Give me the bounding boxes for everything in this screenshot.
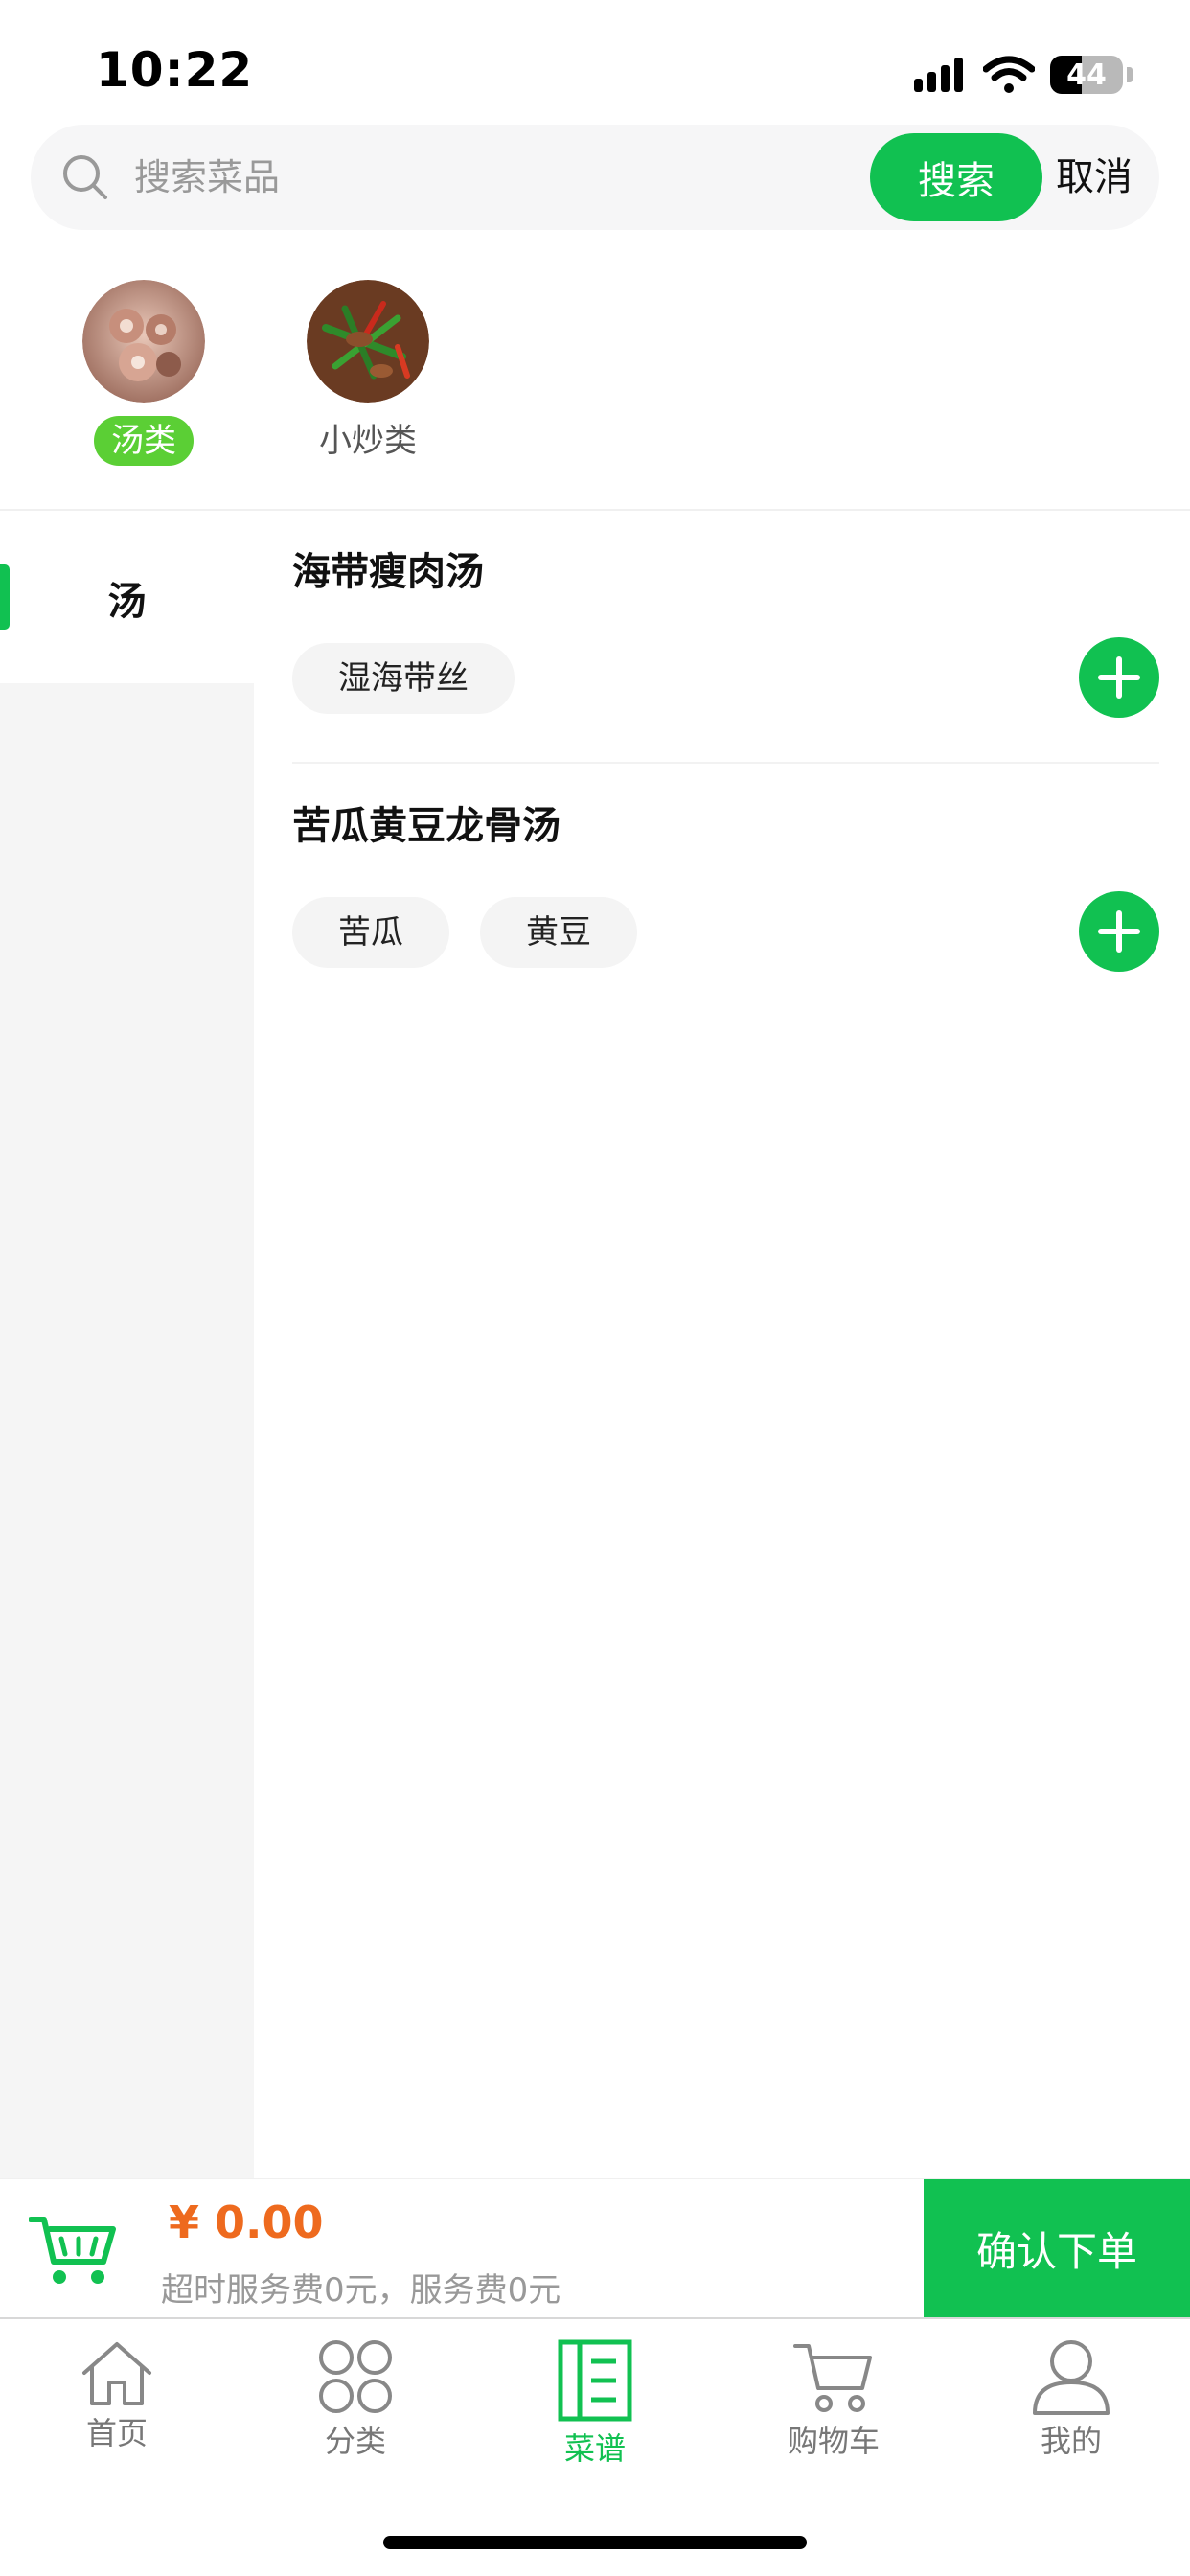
category-stir-fry-label: 小炒类 (319, 422, 417, 460)
search-icon (63, 155, 107, 199)
tab-home[interactable]: 首页 (21, 2338, 213, 2453)
sidebar-item-soup[interactable]: 汤 (0, 511, 254, 683)
total-price: ¥ 0.00 (169, 2196, 324, 2248)
tab-label: 我的 (1040, 2423, 1102, 2459)
tab-label: 分类 (324, 2423, 386, 2459)
tab-category[interactable]: 分类 (260, 2338, 451, 2461)
category-stir-fry-image (307, 280, 429, 402)
ingredient-tag: 黄豆 (480, 897, 637, 968)
category-stir-fry[interactable]: 小炒类 (301, 280, 435, 466)
dish-divider (292, 762, 1159, 764)
dish-item: 苦瓜黄豆龙骨汤 苦瓜 黄豆 (292, 797, 1159, 989)
signal-icon (914, 58, 963, 92)
confirm-order-button[interactable]: 确认下单 (924, 2179, 1190, 2318)
category-icon (319, 2340, 392, 2413)
cart-icon (793, 2344, 872, 2412)
tab-profile[interactable]: 我的 (975, 2338, 1167, 2461)
tab-label: 菜谱 (563, 2430, 626, 2467)
dish-tags: 湿海带丝 (292, 643, 515, 714)
battery-level: 44 (1066, 58, 1107, 92)
dish-tags: 苦瓜 黄豆 (292, 897, 637, 968)
home-indicator (383, 2536, 807, 2549)
cart-icon[interactable] (29, 2212, 117, 2288)
tab-cart[interactable]: 购物车 (738, 2338, 929, 2461)
status-icons: 44 (914, 54, 1133, 96)
recipe-icon (558, 2339, 632, 2422)
dish-title: 海带瘦肉汤 (292, 550, 484, 594)
category-soup[interactable]: 汤类 (77, 280, 211, 466)
tab-label: 购物车 (787, 2423, 880, 2459)
category-soup-image (82, 280, 205, 402)
battery-cap (1127, 67, 1133, 82)
cart-summary-bar: ¥ 0.00 超时服务费0元，服务费0元 确认下单 (0, 2178, 1190, 2318)
ingredient-tag: 苦瓜 (292, 897, 449, 968)
search-input[interactable] (134, 146, 862, 209)
service-fee-text: 超时服务费0元，服务费0元 (161, 2271, 561, 2310)
search-bar: 搜索 取消 (31, 125, 1159, 230)
sidebar-item-label: 汤 (107, 580, 147, 624)
ingredient-tag: 湿海带丝 (292, 643, 515, 714)
add-dish-button[interactable] (1079, 637, 1159, 718)
home-icon (82, 2342, 151, 2405)
user-icon (1033, 2340, 1110, 2415)
battery-icon: 44 (1050, 56, 1123, 94)
add-dish-button[interactable] (1079, 891, 1159, 972)
dish-item: 海带瘦肉汤 湿海带丝 (292, 543, 1159, 735)
status-time: 10:22 (96, 42, 254, 98)
wifi-icon (983, 56, 1035, 93)
cancel-button[interactable]: 取消 (1056, 148, 1133, 207)
tab-label: 首页 (85, 2415, 148, 2451)
status-bar: 10:22 44 (0, 0, 1190, 125)
sidebar: 汤 (0, 511, 254, 2178)
search-button[interactable]: 搜索 (870, 133, 1042, 221)
dish-title: 苦瓜黄豆龙骨汤 (292, 804, 561, 848)
tab-recipe[interactable]: 菜谱 (499, 2338, 691, 2469)
category-soup-label: 汤类 (94, 416, 194, 466)
